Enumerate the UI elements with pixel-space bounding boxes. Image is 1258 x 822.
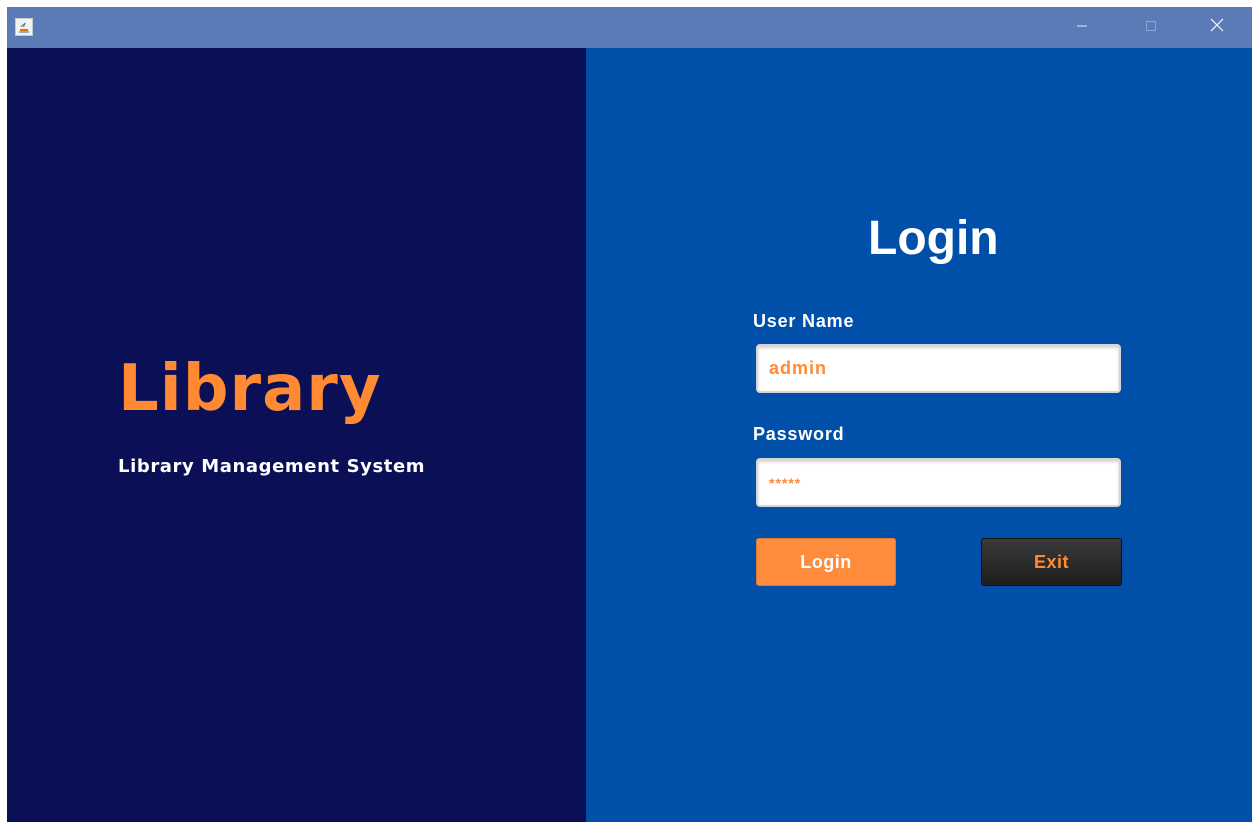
password-input[interactable]: ***** (756, 458, 1121, 507)
login-window: Library Library Management System Login … (7, 7, 1252, 822)
branding-panel: Library Library Management System (7, 48, 586, 822)
minimize-icon (1076, 19, 1088, 37)
password-label: Password (753, 424, 845, 444)
minimize-button[interactable] (1059, 7, 1105, 48)
login-heading: Login (868, 212, 999, 265)
java-app-icon (15, 18, 33, 36)
login-panel: Login User Name admin Password ***** Log… (586, 48, 1252, 822)
library-subtitle: Library Management System (118, 456, 426, 477)
username-input[interactable]: admin (756, 344, 1121, 393)
close-button[interactable] (1194, 7, 1240, 48)
exit-button[interactable]: Exit (981, 538, 1122, 586)
close-icon (1210, 18, 1224, 37)
username-label: User Name (753, 311, 855, 331)
maximize-button[interactable] (1128, 7, 1174, 48)
title-bar[interactable] (7, 7, 1252, 48)
library-title: Library (118, 352, 382, 426)
maximize-icon (1145, 19, 1157, 37)
login-button[interactable]: Login (756, 538, 896, 586)
